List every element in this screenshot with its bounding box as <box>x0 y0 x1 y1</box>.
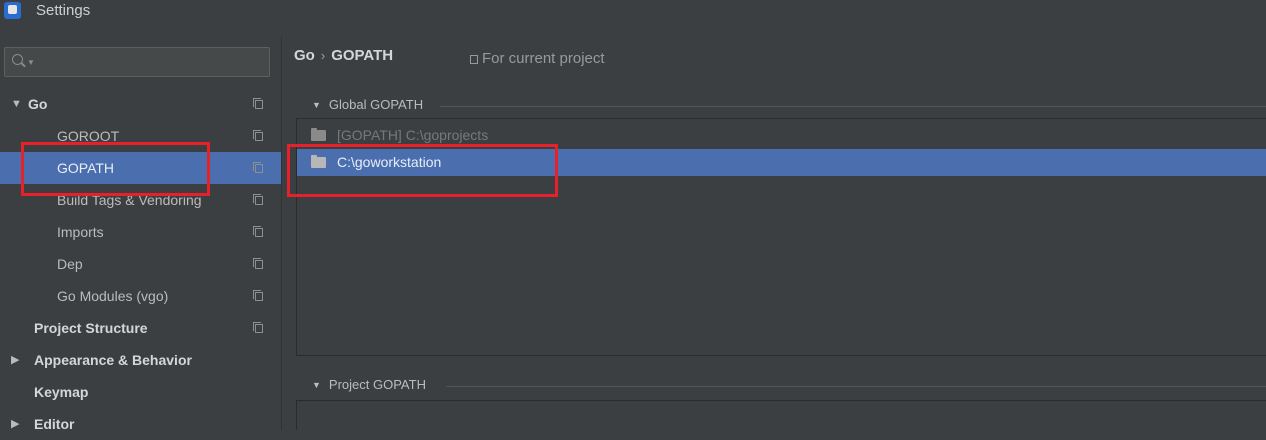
sidebar-item-keymap[interactable]: Keymap <box>0 376 281 408</box>
project-scope-icon <box>253 98 263 109</box>
project-scope-icon <box>253 194 263 205</box>
search-input[interactable]: ▼ <box>4 47 270 77</box>
sidebar-item-dep[interactable]: Dep <box>0 248 281 280</box>
folder-icon <box>311 128 326 141</box>
settings-main-panel: Go › GOPATH For current project ▼ Global G… <box>282 36 1266 430</box>
expand-arrow-icon[interactable]: ▼ <box>312 380 321 390</box>
settings-sidebar: ▼ ▼ Go GOROOT GOPATH Build Tags & Vendor… <box>0 36 281 432</box>
breadcrumb-current: GOPATH <box>331 47 394 64</box>
collapse-arrow-icon[interactable]: ▶ <box>11 408 19 440</box>
goland-app-icon <box>4 2 21 19</box>
title-bar: Settings <box>0 0 1266 36</box>
section-title: Project GOPATH <box>328 377 426 392</box>
section-divider <box>440 106 1266 107</box>
expand-arrow-icon[interactable]: ▼ <box>312 100 321 110</box>
project-gopath-header[interactable]: ▼ Project GOPATH <box>312 377 426 392</box>
breadcrumb-separator: › <box>320 48 326 63</box>
scope-label: For current project <box>482 50 605 67</box>
global-gopath-header[interactable]: ▼ Global GOPATH <box>312 97 423 112</box>
expand-arrow-icon[interactable]: ▼ <box>11 88 22 120</box>
scope-indicator: For current project <box>470 50 605 67</box>
sidebar-item-go-modules[interactable]: Go Modules (vgo) <box>0 280 281 312</box>
project-scope-icon <box>253 322 263 333</box>
sidebar-item-editor[interactable]: ▶ Editor <box>0 408 281 440</box>
project-scope-icon <box>253 290 263 301</box>
annotation-box <box>287 144 558 197</box>
sidebar-item-appearance-behavior[interactable]: ▶ Appearance & Behavior <box>0 344 281 376</box>
collapse-arrow-icon[interactable]: ▶ <box>11 344 19 376</box>
project-scope-icon <box>253 226 263 237</box>
project-scope-icon <box>253 130 263 141</box>
section-divider <box>446 386 1266 387</box>
project-scope-icon <box>253 162 263 173</box>
sidebar-item-imports[interactable]: Imports <box>0 216 281 248</box>
project-scope-icon <box>253 258 263 269</box>
project-scope-icon <box>470 55 478 64</box>
search-icon <box>12 54 23 65</box>
window-title: Settings <box>36 2 91 19</box>
breadcrumb-parent: Go <box>294 47 315 64</box>
sidebar-item-project-structure[interactable]: Project Structure <box>0 312 281 344</box>
sidebar-item-go[interactable]: ▼ Go <box>0 88 281 120</box>
breadcrumb: Go › GOPATH <box>294 47 393 64</box>
chevron-down-icon: ▼ <box>27 58 35 67</box>
project-gopath-list[interactable] <box>296 400 1266 430</box>
annotation-box <box>21 142 210 196</box>
section-title: Global GOPATH <box>328 97 424 112</box>
